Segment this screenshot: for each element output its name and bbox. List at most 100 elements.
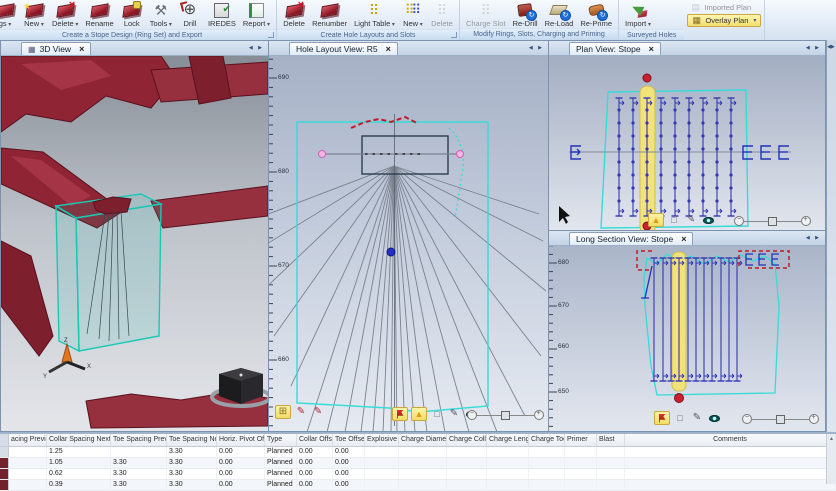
- table-cell[interactable]: Planned: [265, 458, 297, 468]
- pencil-icon[interactable]: [690, 412, 704, 424]
- table-row[interactable]: 0.393.303.300.00Planned0.000.00: [0, 480, 836, 491]
- table-cell[interactable]: [399, 447, 447, 457]
- ribbon-button-import[interactable]: Import: [622, 1, 654, 29]
- column-header[interactable]: Horiz. Pivot Offset: [217, 434, 265, 446]
- table-cell[interactable]: [399, 469, 447, 479]
- table-cell[interactable]: [447, 480, 487, 490]
- table-cell[interactable]: [487, 480, 529, 490]
- table-cell[interactable]: 0.00: [217, 480, 265, 490]
- column-header[interactable]: Collar Spacing Next: [47, 434, 111, 446]
- table-cell[interactable]: [529, 480, 565, 490]
- table-cell[interactable]: 1.25: [47, 447, 111, 457]
- table-cell[interactable]: 0.62: [47, 469, 111, 479]
- table-cell[interactable]: 0.39: [47, 480, 111, 490]
- column-header[interactable]: Type: [265, 434, 297, 446]
- column-header[interactable]: Blast: [597, 434, 625, 446]
- table-cell[interactable]: 3.30: [111, 469, 167, 479]
- table-cell[interactable]: 0.00: [333, 480, 365, 490]
- table-cell[interactable]: 0.00: [333, 469, 365, 479]
- table-row[interactable]: 0.623.303.300.00Planned0.000.00: [0, 469, 836, 480]
- table-cell[interactable]: 0.00: [333, 447, 365, 457]
- column-header[interactable]: Collar Offset: [297, 434, 333, 446]
- table-cell[interactable]: 0.00: [297, 480, 333, 490]
- column-header[interactable]: Toe Spacing Previous: [111, 434, 167, 446]
- visibility-icon[interactable]: [701, 214, 715, 226]
- column-header[interactable]: Comments: [625, 434, 836, 446]
- tab-plan-view[interactable]: Plan View: Stope ×: [569, 42, 661, 55]
- label-icon[interactable]: [667, 214, 681, 226]
- table-cell[interactable]: [9, 447, 47, 457]
- table-cell[interactable]: [9, 480, 47, 490]
- table-cell[interactable]: [565, 469, 597, 479]
- table-cell[interactable]: [529, 469, 565, 479]
- table-cell[interactable]: [365, 458, 399, 468]
- tab-scroll-arrows[interactable]: ◀ ▶: [806, 45, 821, 51]
- table-cell[interactable]: 3.30: [167, 447, 217, 457]
- column-header[interactable]: Explosive: [365, 434, 399, 446]
- ribbon-button-drill[interactable]: Drill: [176, 1, 204, 28]
- table-cell[interactable]: 0.00: [333, 458, 365, 468]
- label-icon[interactable]: [673, 412, 687, 424]
- tab-scroll-arrows[interactable]: ◀ ▶: [806, 235, 821, 241]
- table-cell[interactable]: 3.30: [111, 458, 167, 468]
- table-cell[interactable]: [565, 480, 597, 490]
- table-cell[interactable]: Planned: [265, 469, 297, 479]
- close-icon[interactable]: ×: [386, 45, 391, 53]
- pencil-icon[interactable]: [447, 408, 461, 420]
- markup-icon[interactable]: [294, 406, 308, 418]
- ribbon-button-overlay-plan[interactable]: Overlay Plan: [687, 14, 761, 27]
- table-cell[interactable]: [529, 447, 565, 457]
- ribbon-button-delete[interactable]: Delete: [428, 1, 456, 28]
- ribbon-button-re-prime[interactable]: Re-Prime: [577, 1, 615, 28]
- cone-icon[interactable]: [648, 213, 664, 227]
- ribbon-button-imported-plan[interactable]: Imported Plan: [687, 2, 761, 13]
- overlay-toggle-icon[interactable]: [275, 405, 291, 419]
- ribbon-button-iredes[interactable]: IREDES: [205, 1, 239, 28]
- table-cell[interactable]: [447, 447, 487, 457]
- table-cell[interactable]: [111, 447, 167, 457]
- zoom-slider[interactable]: [467, 410, 544, 420]
- column-header[interactable]: Charge Collar: [447, 434, 487, 446]
- table-cell[interactable]: [365, 447, 399, 457]
- column-header[interactable]: Charge Toe: [529, 434, 565, 446]
- table-cell[interactable]: [399, 458, 447, 468]
- table-cell[interactable]: [625, 458, 836, 468]
- table-cell[interactable]: Planned: [265, 480, 297, 490]
- table-cell[interactable]: Planned: [265, 447, 297, 457]
- hole-layout-viewport[interactable]: 690680670660: [269, 56, 548, 431]
- table-cell[interactable]: 3.30: [167, 458, 217, 468]
- table-cell[interactable]: 3.30: [111, 480, 167, 490]
- ribbon-button-delete[interactable]: Delete: [280, 1, 308, 28]
- table-cell[interactable]: [365, 480, 399, 490]
- zoom-slider[interactable]: [734, 216, 811, 226]
- table-cell[interactable]: 0.00: [297, 458, 333, 468]
- table-cell[interactable]: [625, 447, 836, 457]
- table-cell[interactable]: [625, 480, 836, 490]
- tab-scroll-arrows[interactable]: ◀ ▶: [249, 45, 264, 51]
- row-selector[interactable]: [0, 458, 9, 468]
- ribbon-button-tools[interactable]: Tools: [147, 1, 175, 29]
- table-cell[interactable]: [487, 469, 529, 479]
- tab-hole-layout[interactable]: Hole Layout View: R5 ×: [289, 42, 398, 55]
- table-cell[interactable]: 3.30: [167, 480, 217, 490]
- table-scrollbar[interactable]: ▲: [826, 434, 836, 484]
- table-cell[interactable]: [399, 480, 447, 490]
- ribbon-button-light-table[interactable]: Light Table: [351, 1, 398, 29]
- dialog-launcher-icon[interactable]: [451, 32, 457, 38]
- table-cell[interactable]: [447, 469, 487, 479]
- ribbon-button-report[interactable]: Report: [240, 1, 273, 29]
- column-header[interactable]: Toe Offset: [333, 434, 365, 446]
- table-cell[interactable]: [597, 480, 625, 490]
- table-cell[interactable]: [9, 469, 47, 479]
- pencil-icon[interactable]: [684, 214, 698, 226]
- column-header[interactable]: acing Previous: [9, 434, 47, 446]
- table-cell[interactable]: [447, 458, 487, 468]
- table-cell[interactable]: [597, 469, 625, 479]
- close-icon[interactable]: ×: [79, 45, 84, 53]
- table-cell[interactable]: [597, 447, 625, 457]
- ribbon-button-re-drill[interactable]: Re-Drill: [510, 1, 541, 28]
- cone-icon[interactable]: [411, 407, 427, 421]
- column-header[interactable]: Primer: [565, 434, 597, 446]
- table-row[interactable]: 1.253.300.00Planned0.000.00: [0, 447, 836, 458]
- table-cell[interactable]: 0.00: [297, 469, 333, 479]
